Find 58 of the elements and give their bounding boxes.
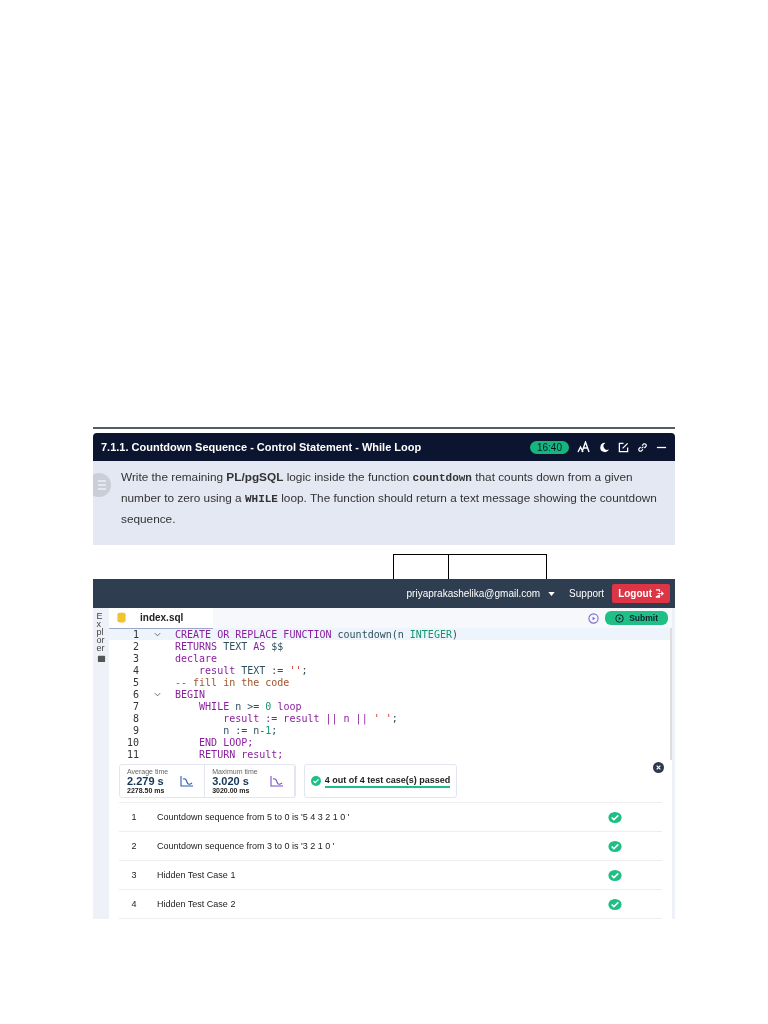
test-name: Countdown sequence from 3 to 0 is '3 2 1 0 ' bbox=[156, 841, 336, 851]
explorer-tab[interactable]: Explorer bbox=[96, 612, 106, 653]
test-name: Countdown sequence from 5 to 0 is '5 4 3 2 1 0 ' bbox=[156, 812, 351, 822]
user-menu[interactable]: priyaprakashelika@gmail.com bbox=[406, 588, 541, 599]
test-number: 1 bbox=[130, 812, 138, 822]
code-line: BEGIN bbox=[175, 688, 206, 700]
edit-icon[interactable] bbox=[618, 441, 629, 453]
problem-description: Write the remaining PL/pgSQL logic inside the function countdown that counts down from a given number to zero using a WHILE loop. The function should return a text message showing the countdown sequence. bbox=[121, 469, 658, 528]
timer-badge: 16:40 bbox=[529, 440, 569, 454]
problem-title: 7.1.1. Countdown Sequence - Control Statement - While Loop bbox=[101, 441, 423, 453]
code-line: WHILE n >= 0 loop bbox=[198, 700, 302, 712]
support-link[interactable]: Support bbox=[569, 588, 605, 599]
stat-value: 2.279 s bbox=[127, 775, 165, 787]
font-size-icon[interactable] bbox=[577, 441, 591, 453]
code-line: RETURN result; bbox=[198, 748, 284, 760]
chevron-down-icon[interactable] bbox=[153, 691, 161, 697]
test-number: 4 bbox=[130, 899, 138, 909]
line-number: 10 bbox=[125, 736, 139, 748]
close-icon[interactable] bbox=[653, 762, 664, 773]
line-number: 4 bbox=[131, 664, 139, 676]
chart-icon bbox=[269, 775, 284, 787]
stat-value: 3.020 s bbox=[212, 775, 250, 787]
link-icon[interactable] bbox=[637, 441, 648, 453]
line-number: 1 bbox=[131, 628, 139, 640]
play-icon bbox=[615, 613, 625, 623]
code-line: result TEXT := ''; bbox=[198, 664, 308, 676]
logout-icon bbox=[655, 589, 664, 598]
code-line: CREATE OR REPLACE FUNCTION countdown(n INTEGER) bbox=[175, 628, 458, 640]
line-number: 5 bbox=[131, 676, 139, 688]
chevron-down-icon[interactable] bbox=[153, 631, 161, 637]
logout-button[interactable]: Logout bbox=[612, 584, 670, 603]
line-number: 2 bbox=[131, 640, 139, 652]
folder-icon bbox=[96, 654, 106, 664]
code-line: n := n-1; bbox=[222, 724, 278, 736]
test-name: Hidden Test Case 1 bbox=[156, 870, 237, 880]
line-number: 8 bbox=[131, 712, 139, 724]
chart-icon bbox=[180, 775, 195, 787]
submit-button[interactable]: Submit bbox=[605, 611, 668, 625]
line-number: 7 bbox=[131, 700, 139, 712]
run-icon[interactable] bbox=[588, 612, 600, 624]
database-icon bbox=[117, 612, 126, 623]
test-number: 3 bbox=[130, 870, 138, 880]
code-line: RETURNS TEXT AS $$ bbox=[175, 640, 284, 652]
check-circle-icon bbox=[310, 776, 321, 786]
code-line: result := result || n || ' '; bbox=[222, 712, 398, 724]
test-number: 2 bbox=[130, 841, 138, 851]
moon-icon[interactable] bbox=[599, 441, 610, 453]
code-line: END LOOP; bbox=[198, 736, 254, 748]
caret-icon[interactable] bbox=[548, 591, 556, 596]
test-name: Hidden Test Case 2 bbox=[156, 899, 237, 909]
file-tab[interactable]: index.sql bbox=[109, 607, 214, 629]
summary-text: 4 out of 4 test case(s) passed bbox=[324, 774, 451, 788]
code-line: -- fill in the code bbox=[175, 676, 290, 688]
line-number: 6 bbox=[131, 688, 139, 700]
line-number: 11 bbox=[125, 748, 139, 760]
code-line: declare bbox=[175, 652, 218, 664]
line-number: 3 bbox=[131, 652, 139, 664]
line-number: 9 bbox=[131, 724, 139, 736]
